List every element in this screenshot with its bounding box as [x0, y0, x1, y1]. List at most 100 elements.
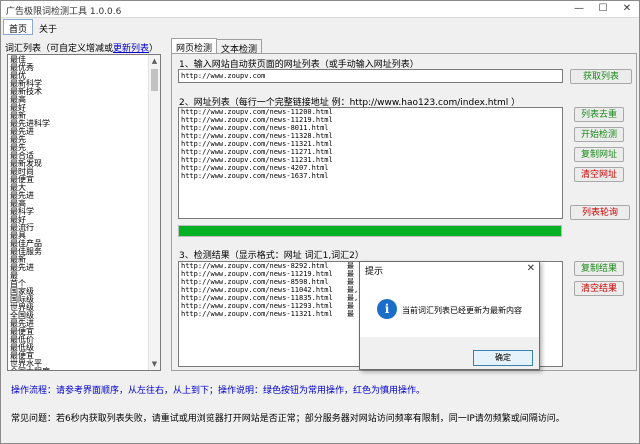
- word-list-item[interactable]: 国际级: [10, 295, 148, 303]
- info-icon: i: [377, 299, 397, 319]
- word-list-item[interactable]: 最好: [10, 215, 148, 223]
- section3-label: 3、检测结果（显示格式：网址 词汇1,词汇2）: [179, 251, 364, 261]
- word-list-item[interactable]: 最时尚: [10, 167, 148, 175]
- word-list-label: 词汇列表（可自定义增减或更新列表）: [5, 41, 158, 54]
- clear-results-button[interactable]: 清空结果: [574, 281, 624, 296]
- word-list-item[interactable]: 最先进: [10, 191, 148, 199]
- app-window: 广告极限词检测工具 1.0.0.6 — ☐ ✕ 首页 关于 词汇列表（可自定义增…: [0, 0, 640, 444]
- result-words: 最: [347, 302, 354, 310]
- word-list-scrollbar[interactable]: ▲ ▼: [148, 55, 160, 370]
- word-list-item[interactable]: 世界级: [10, 303, 148, 311]
- word-list-item[interactable]: 最新: [10, 111, 148, 119]
- scroll-up-icon[interactable]: ▲: [149, 55, 160, 67]
- word-list-item[interactable]: 最优秀: [10, 63, 148, 71]
- word-list-item[interactable]: 最佳: [10, 55, 148, 63]
- url-list-lines: http://www.zoupv.com/news-11200.html http…: [179, 108, 562, 180]
- word-list-item[interactable]: 最优: [10, 71, 148, 79]
- result-url: http://www.zoupv.com/news-11219.html: [181, 270, 333, 278]
- result-words: 最: [347, 310, 354, 318]
- word-list-item[interactable]: 全国级: [10, 311, 148, 319]
- menu-about[interactable]: 关于: [33, 19, 63, 35]
- dialog-message: 当前词汇列表已经更新为最新内容: [402, 306, 522, 315]
- result-url: http://www.zoupv.com/news-11293.html: [181, 302, 333, 310]
- word-list-item[interactable]: 最佳产品: [10, 239, 148, 247]
- word-list-item[interactable]: 最流行: [10, 223, 148, 231]
- url-line: http://www.zoupv.com/news-11200.html: [181, 108, 333, 116]
- maximize-icon[interactable]: ☐: [591, 1, 615, 18]
- result-url: http://www.zoupv.com/news-8292.html: [181, 262, 329, 270]
- word-list-item[interactable]: 最科学: [10, 207, 148, 215]
- word-list-item[interactable]: 最高: [10, 95, 148, 103]
- url-line: http://www.zoupv.com/news-8011.html: [181, 124, 329, 132]
- progress-bar: [178, 225, 562, 237]
- rotate-list-button[interactable]: 列表轮询: [570, 205, 630, 220]
- url-line: http://www.zoupv.com/news-4207.html: [181, 164, 329, 172]
- url-line: http://www.zoupv.com/news-11231.html: [181, 156, 333, 164]
- word-list-box[interactable]: 最佳 最优秀 最优 最新科学 最新技术 最高 最好 最新 最先进科学 最先进 最先 最先 最合适 最新发现…: [7, 54, 161, 371]
- url-line: http://www.zoupv.com/news-11328.html: [181, 132, 333, 140]
- faq-note: 常见问题：若6秒内获取列表失败，请重试或用浏览器打开网站是否正常；部分服务器对网…: [11, 414, 565, 424]
- word-list-item[interactable]: 最先: [10, 135, 148, 143]
- title-bar: 广告极限词检测工具 1.0.0.6 — ☐ ✕: [1, 1, 639, 18]
- word-list-item[interactable]: 最新: [10, 255, 148, 263]
- word-list-item[interactable]: 全国大程度: [10, 367, 148, 370]
- word-list-item[interactable]: 最低价: [10, 335, 148, 343]
- start-check-button[interactable]: 开始检测: [574, 127, 624, 142]
- word-list-item[interactable]: 最先进: [10, 127, 148, 135]
- copy-results-button[interactable]: 复制结果: [574, 261, 624, 276]
- progress-fill: [179, 226, 561, 236]
- word-list-item[interactable]: 最: [10, 271, 148, 279]
- word-list-items: 最佳 最优秀 最优 最新科学 最新技术 最高 最好 最新 最先进科学 最先进 最先 最先 最合适 最新发现…: [10, 55, 148, 370]
- close-icon[interactable]: ✕: [615, 1, 639, 18]
- notice-dialog: 提示 ✕ i 当前词汇列表已经更新为最新内容 确定: [359, 261, 540, 370]
- site-url-input[interactable]: http://www.zoupv.com: [178, 69, 563, 83]
- word-list-item[interactable]: 最新发现: [10, 159, 148, 167]
- result-words: 最: [347, 278, 354, 286]
- scroll-thumb[interactable]: [151, 69, 158, 91]
- word-list-item[interactable]: 最好: [10, 103, 148, 111]
- word-list-item[interactable]: 世界水平: [10, 359, 148, 367]
- result-url: http://www.zoupv.com/news-11321.html: [181, 310, 333, 318]
- word-list-item[interactable]: 最便宜: [10, 351, 148, 359]
- result-words: 最: [347, 262, 354, 270]
- scroll-down-icon[interactable]: ▼: [149, 358, 160, 370]
- result-words: 最,: [347, 294, 359, 302]
- copy-urls-button[interactable]: 复制网址: [574, 147, 624, 162]
- word-list-item[interactable]: 最先进科学: [10, 119, 148, 127]
- word-list-item[interactable]: 最大: [10, 183, 148, 191]
- menu-home[interactable]: 首页: [3, 19, 34, 35]
- word-list-item[interactable]: 最先进: [10, 319, 148, 327]
- result-words: 最,: [347, 286, 359, 294]
- word-list-item[interactable]: 最便宜: [10, 327, 148, 335]
- dialog-title: 提示: [365, 267, 384, 277]
- word-list-item[interactable]: 最合适: [10, 151, 148, 159]
- word-list-item[interactable]: 最高: [10, 199, 148, 207]
- url-list-textarea[interactable]: http://www.zoupv.com/news-11200.html http…: [178, 107, 563, 219]
- clear-urls-button[interactable]: 清空网址: [574, 167, 624, 182]
- word-list-item[interactable]: 国家级: [10, 287, 148, 295]
- minimize-icon[interactable]: —: [567, 1, 591, 18]
- word-list-item[interactable]: 最具: [10, 231, 148, 239]
- url-line: http://www.zoupv.com/news-11219.html: [181, 116, 333, 124]
- word-list-item[interactable]: 最新科学: [10, 79, 148, 87]
- tab-web-check[interactable]: 网页检测: [171, 38, 218, 54]
- dedupe-list-button[interactable]: 列表去重: [574, 107, 624, 122]
- word-list-label-end: ）: [149, 44, 159, 54]
- word-list-item[interactable]: 最便宜: [10, 175, 148, 183]
- result-url: http://www.zoupv.com/news-11835.html: [181, 294, 333, 302]
- tab-text-check[interactable]: 文本检测: [216, 39, 263, 55]
- word-list-item[interactable]: 最低级: [10, 343, 148, 351]
- word-list-item[interactable]: 首个: [10, 279, 148, 287]
- word-list-item[interactable]: 最新技术: [10, 87, 148, 95]
- word-list-item[interactable]: 最佳服务: [10, 247, 148, 255]
- result-url: http://www.zoupv.com/news-8598.html: [181, 278, 329, 286]
- result-url: http://www.zoupv.com/news-11042.html: [181, 286, 333, 294]
- update-list-link[interactable]: 更新列表: [113, 44, 149, 54]
- word-list-item[interactable]: 最先: [10, 143, 148, 151]
- word-list-item[interactable]: 最先进: [10, 263, 148, 271]
- url-line: http://www.zoupv.com/news-1637.html: [181, 172, 329, 180]
- dialog-ok-button[interactable]: 确定: [473, 350, 533, 366]
- dialog-close-icon[interactable]: ✕: [527, 263, 535, 274]
- get-list-button[interactable]: 获取列表: [570, 69, 632, 84]
- url-line: http://www.zoupv.com/news-11321.html: [181, 140, 333, 148]
